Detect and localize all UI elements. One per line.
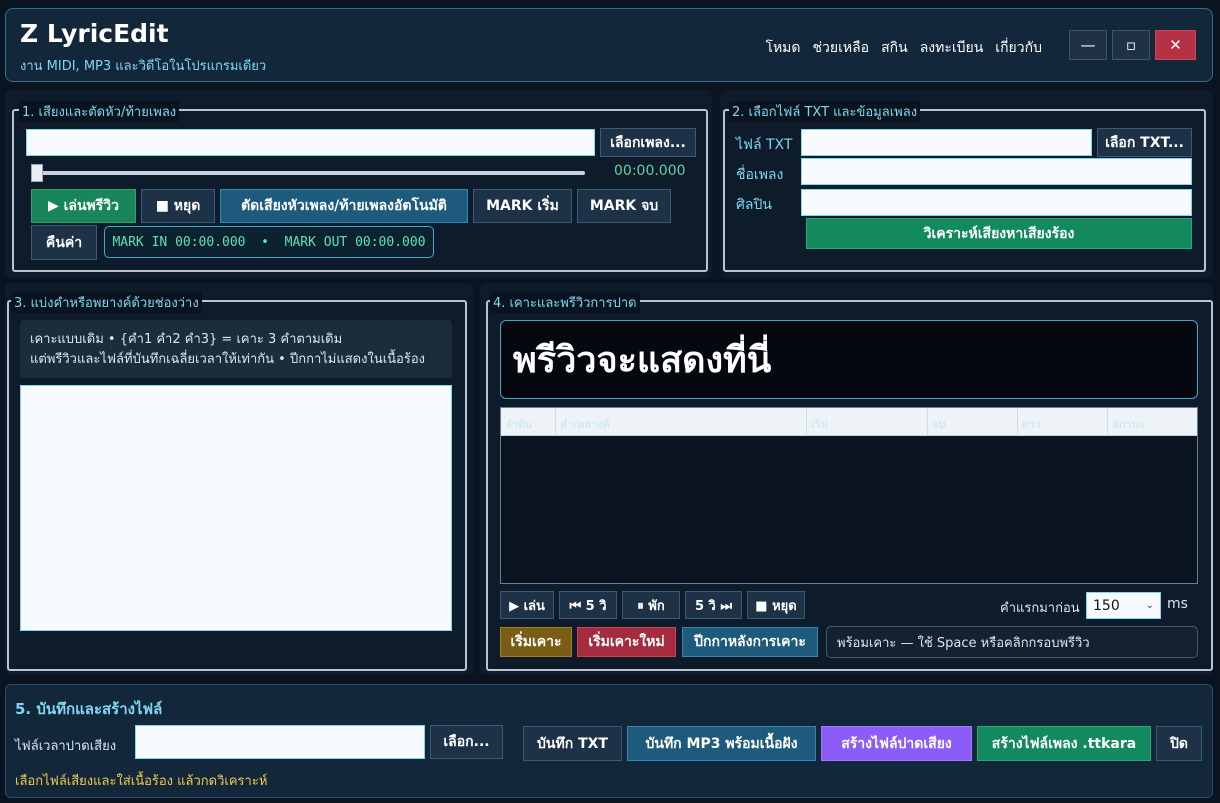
section-txt-title: 2. เลือกไฟล์ TXT และข้อมูลเพลง: [729, 101, 921, 122]
choose-txt-button[interactable]: เลือก TXT...: [1097, 128, 1192, 157]
artist-label: ศิลปิน: [736, 197, 772, 213]
lead-time-unit: ms: [1167, 596, 1188, 612]
column-length[interactable]: ยาว: [1018, 408, 1108, 435]
time-readout: 00:00.000: [614, 163, 686, 179]
txt-file-label: ไฟล์ TXT: [736, 137, 793, 153]
app-title: Z LyricEdit: [20, 19, 169, 48]
lead-time-spinbox[interactable]: 150 ⌄: [1086, 592, 1161, 619]
analyze-vocal-button[interactable]: วิเคราะห์เสียงหาเสียงร้อง: [806, 218, 1192, 249]
song-name-input[interactable]: [801, 158, 1192, 185]
bottom-status: เลือกไฟล์เสียงและใส่เนื้อร้อง แล้วกดวิเค…: [15, 774, 268, 789]
rewind-5s-button[interactable]: ⏮ 5 วิ: [559, 591, 617, 619]
timing-file-input[interactable]: [135, 725, 425, 759]
mark-end-button[interactable]: MARK จบ: [577, 189, 671, 223]
lead-time-value: 150: [1093, 597, 1120, 614]
choose-timing-button[interactable]: เลือก...: [430, 725, 503, 759]
start-tap-button[interactable]: เริ่มเคาะ: [500, 627, 572, 657]
play-button[interactable]: ▶ เล่น: [500, 591, 554, 619]
forward-5s-button[interactable]: 5 วิ ⏭: [685, 591, 742, 619]
mark-start-button[interactable]: MARK เริ่ม: [473, 189, 572, 223]
stop-tap-button[interactable]: ■ หยุด: [747, 591, 805, 619]
section-lyrics-title: 3. แบ่งคำหรือพยางค์ด้วยช่องว่าง: [11, 292, 202, 313]
section-tap-title: 4. เคาะและพรีวิวการปาด: [490, 292, 640, 313]
restore-button[interactable]: คืนค่า: [31, 225, 97, 260]
choose-song-button[interactable]: เลือกเพลง...: [600, 128, 696, 157]
artist-input[interactable]: [801, 189, 1192, 216]
column-start[interactable]: เริ่ม: [807, 408, 928, 435]
title-bar: Z LyricEdit งาน MIDI, MP3 และวิดีโอในโปร…: [5, 8, 1213, 82]
tap-status: พร้อมเคาะ — ใช้ Space หรือคลิกกรอบพรีวิว: [826, 626, 1198, 658]
lyrics-textarea[interactable]: [20, 385, 452, 631]
menu-skin[interactable]: สกิน: [881, 37, 908, 59]
mark-readout: MARK IN 00:00.000 • MARK OUT 00:00.000: [104, 226, 434, 258]
save-txt-button[interactable]: บันทึก TXT: [523, 726, 622, 761]
save-mp3-button[interactable]: บันทึก MP3 พร้อมเนื้อฝัง: [627, 726, 816, 761]
column-index[interactable]: ลำดับ: [501, 408, 556, 435]
menu-help[interactable]: ช่วยเหลือ: [813, 37, 870, 59]
menu-mode[interactable]: โหมด: [765, 37, 800, 59]
preview-text: พรีวิวจะแสดงที่นี่: [513, 340, 772, 381]
chevron-down-icon[interactable]: ⌄: [1146, 600, 1154, 611]
lyric-preview-box[interactable]: พรีวิวจะแสดงที่นี่: [500, 320, 1198, 399]
lead-time-label: คำแรกมาก่อน: [1000, 601, 1080, 616]
make-ttkara-button[interactable]: สร้างไฟล์เพลง .ttkara: [977, 726, 1151, 761]
section-save-title: 5. บันทึกและสร้างไฟล์: [15, 700, 163, 718]
column-end[interactable]: จบ: [928, 408, 1018, 435]
auto-trim-button[interactable]: ตัดเสียงหัวเพลง/ท้ายเพลงอัตโนมัติ: [220, 189, 468, 223]
menu-about[interactable]: เกี่ยวกับ: [995, 37, 1042, 59]
close-button[interactable]: ปิด: [1156, 726, 1202, 761]
app-subtitle: งาน MIDI, MP3 และวิดีโอในโปรแกรมเดียว: [20, 59, 267, 74]
timing-table-header: ลำดับ คำ/พยางค์ เริ่ม จบ ยาว สถานะ: [501, 408, 1197, 436]
menu-bar: โหมด ช่วยเหลือ สกิน ลงทะเบียน เกี่ยวกับ: [765, 37, 1042, 59]
close-window-button[interactable]: ✕: [1155, 30, 1196, 60]
column-word[interactable]: คำ/พยางค์: [556, 408, 807, 435]
lyrics-hint-box: เคาะแบบเดิม • {คำ1 คำ2 คำ3} = เคาะ 3 คำต…: [20, 320, 452, 378]
timing-file-label: ไฟล์เวลาปาดเสียง: [15, 739, 117, 754]
song-name-label: ชื่อเพลง: [736, 167, 784, 183]
maximize-button[interactable]: ▫: [1112, 30, 1150, 60]
play-preview-button[interactable]: ▶ เล่นพรีวิว: [31, 189, 136, 223]
post-brace-button[interactable]: ปีกกาหลังการเคาะ: [682, 627, 818, 657]
section-audio-title: 1. เสียงและตัดหัว/ท้ายเพลง: [19, 101, 180, 122]
minimize-button[interactable]: —: [1069, 30, 1107, 60]
menu-register[interactable]: ลงทะเบียน: [920, 37, 984, 59]
seek-slider-handle[interactable]: [31, 164, 43, 182]
seek-slider-track[interactable]: [32, 171, 585, 175]
song-path-input[interactable]: [26, 129, 595, 156]
txt-file-input[interactable]: [801, 129, 1092, 156]
pause-button[interactable]: ⏸ พัก: [622, 591, 680, 619]
make-timing-file-button[interactable]: สร้างไฟล์ปาดเสียง: [821, 726, 972, 761]
lyrics-hint-line2: แต่พรีวิวและไฟล์ที่บันทึกเฉลี่ยเวลาให้เท…: [30, 352, 425, 367]
stop-button[interactable]: ■ หยุด: [141, 189, 215, 223]
timing-table[interactable]: ลำดับ คำ/พยางค์ เริ่ม จบ ยาว สถานะ: [500, 407, 1198, 584]
lyrics-hint-line1: เคาะแบบเดิม • {คำ1 คำ2 คำ3} = เคาะ 3 คำต…: [30, 332, 343, 347]
column-status[interactable]: สถานะ: [1108, 408, 1197, 435]
restart-tap-button[interactable]: เริ่มเคาะใหม่: [577, 627, 676, 657]
